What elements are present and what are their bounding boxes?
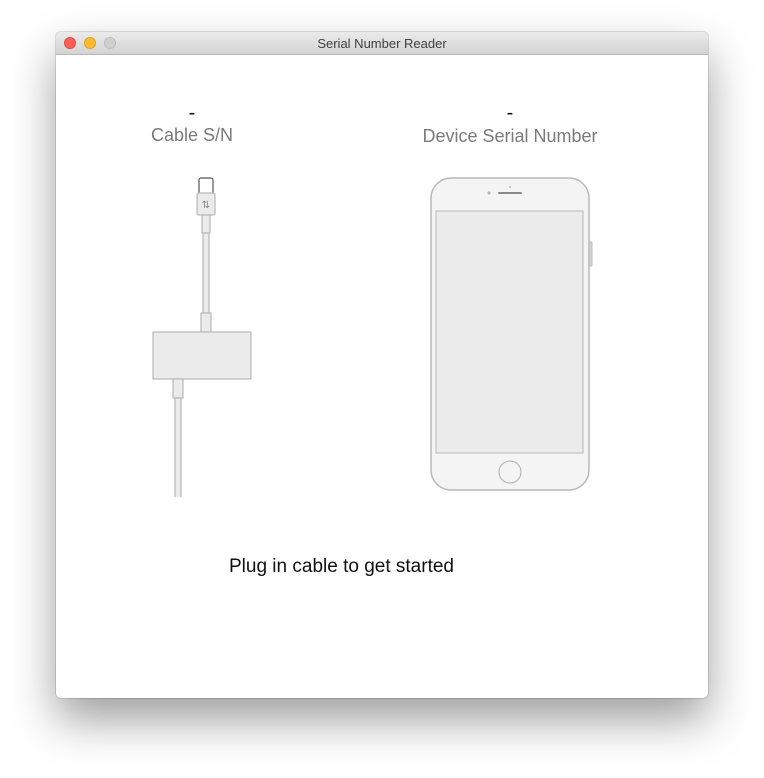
cable-serial-value: -	[188, 102, 196, 124]
device-serial-label: Device Serial Number	[422, 126, 598, 146]
status-message: Plug in cable to get started	[229, 556, 454, 577]
svg-text:⇅: ⇅	[202, 200, 210, 211]
cable-serial-label: Cable S/N	[150, 125, 234, 145]
usb-c-adapter-cable-icon: ⇅	[152, 177, 252, 497]
app-window: Serial Number Reader - Cable S/N ⇅ - Dev…	[56, 32, 708, 698]
title-bar[interactable]: Serial Number Reader	[56, 32, 708, 55]
window-title: Serial Number Reader	[317, 36, 447, 51]
iphone-icon	[430, 177, 593, 491]
device-serial-value: -	[506, 102, 514, 124]
